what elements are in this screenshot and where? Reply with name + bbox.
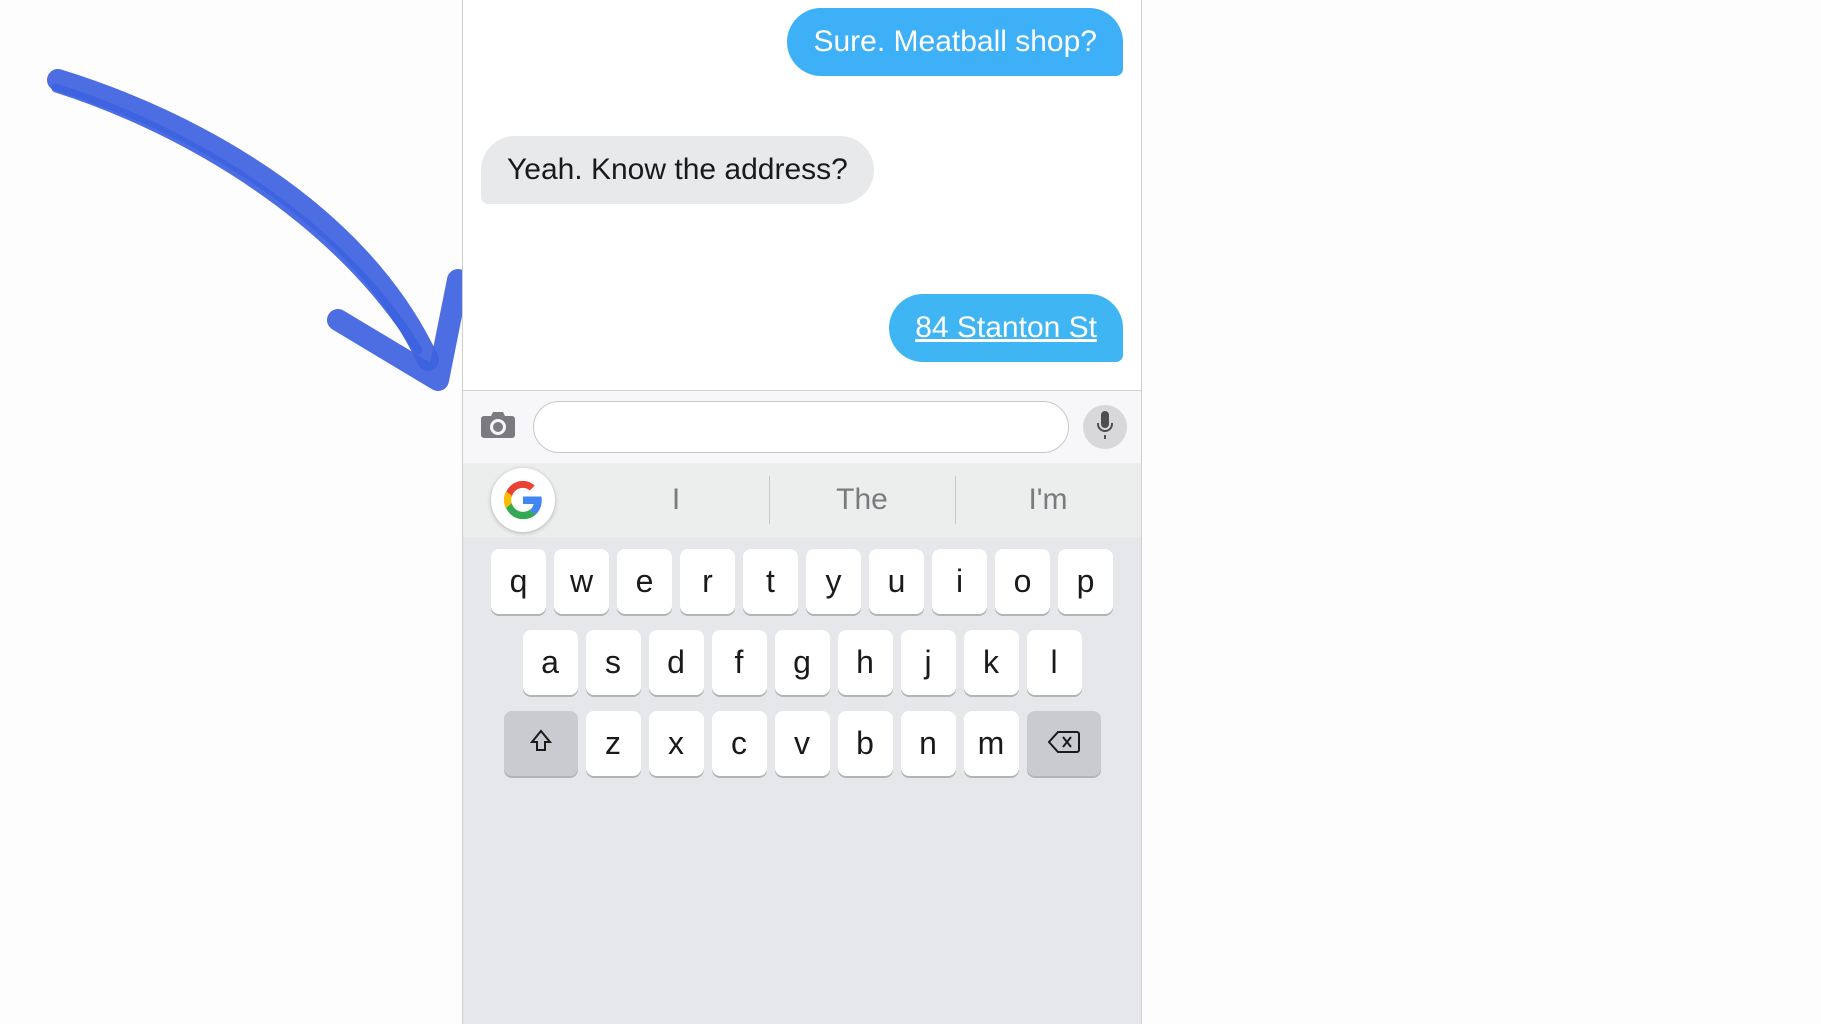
- key-o[interactable]: o: [995, 549, 1050, 614]
- key-w[interactable]: w: [554, 549, 609, 614]
- backspace-key[interactable]: [1027, 711, 1101, 776]
- key-x[interactable]: x: [649, 711, 704, 776]
- key-n[interactable]: n: [901, 711, 956, 776]
- key-h[interactable]: h: [838, 630, 893, 695]
- shift-icon: [528, 725, 554, 762]
- google-g-icon: [503, 480, 543, 520]
- annotation-arrow: [38, 60, 498, 430]
- key-l[interactable]: l: [1027, 630, 1082, 695]
- message-row-sent: Sure. Meatball shop?: [481, 8, 1123, 76]
- key-m[interactable]: m: [964, 711, 1019, 776]
- camera-button[interactable]: [477, 407, 519, 447]
- compose-bar: [463, 390, 1141, 463]
- google-search-button[interactable]: [491, 468, 555, 532]
- key-row-1: q w e r t y u i o p: [471, 549, 1133, 614]
- message-row-received: Yeah. Know the address?: [481, 136, 1123, 204]
- suggestion-row: I The I'm: [463, 463, 1141, 537]
- message-row-sent: 84 Stanton St: [481, 294, 1123, 362]
- key-c[interactable]: c: [712, 711, 767, 776]
- key-row-2: a s d f g h j k l: [471, 630, 1133, 695]
- key-z[interactable]: z: [586, 711, 641, 776]
- keyboard: I The I'm q w e r t y u i o p a s d f: [463, 463, 1141, 1024]
- key-j[interactable]: j: [901, 630, 956, 695]
- key-y[interactable]: y: [806, 549, 861, 614]
- key-q[interactable]: q: [491, 549, 546, 614]
- key-t[interactable]: t: [743, 549, 798, 614]
- key-d[interactable]: d: [649, 630, 704, 695]
- key-rows: q w e r t y u i o p a s d f g h j k l: [463, 537, 1141, 788]
- key-a[interactable]: a: [523, 630, 578, 695]
- camera-icon: [480, 410, 516, 445]
- message-bubble[interactable]: Yeah. Know the address?: [481, 136, 874, 204]
- message-thread[interactable]: Sure. Meatball shop? Yeah. Know the addr…: [463, 0, 1141, 362]
- key-f[interactable]: f: [712, 630, 767, 695]
- message-text: Sure. Meatball shop?: [813, 25, 1097, 58]
- key-p[interactable]: p: [1058, 549, 1113, 614]
- message-input[interactable]: [533, 401, 1069, 453]
- key-i[interactable]: i: [932, 549, 987, 614]
- suggestion-1[interactable]: I: [583, 463, 769, 537]
- message-text: Yeah. Know the address?: [507, 153, 848, 186]
- key-b[interactable]: b: [838, 711, 893, 776]
- key-u[interactable]: u: [869, 549, 924, 614]
- key-r[interactable]: r: [680, 549, 735, 614]
- suggestion-2[interactable]: The: [769, 463, 955, 537]
- shift-key[interactable]: [504, 711, 578, 776]
- suggestion-3[interactable]: I'm: [955, 463, 1141, 537]
- phone-screen: Sure. Meatball shop? Yeah. Know the addr…: [462, 0, 1142, 1024]
- key-s[interactable]: s: [586, 630, 641, 695]
- message-bubble[interactable]: Sure. Meatball shop?: [787, 8, 1123, 76]
- key-g[interactable]: g: [775, 630, 830, 695]
- key-k[interactable]: k: [964, 630, 1019, 695]
- key-row-3: z x c v b n m: [471, 711, 1133, 776]
- backspace-icon: [1048, 725, 1080, 762]
- voice-button[interactable]: [1083, 405, 1127, 449]
- microphone-icon: [1095, 411, 1115, 444]
- message-text: 84 Stanton St: [915, 311, 1097, 344]
- key-v[interactable]: v: [775, 711, 830, 776]
- message-bubble-link[interactable]: 84 Stanton St: [889, 294, 1123, 362]
- key-e[interactable]: e: [617, 549, 672, 614]
